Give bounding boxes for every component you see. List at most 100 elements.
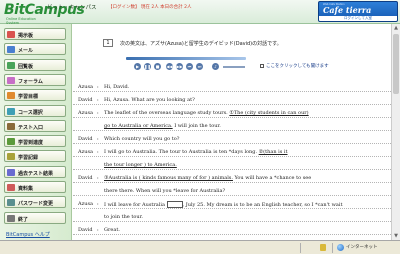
sidebar-item[interactable]: パスワード変更: [4, 196, 66, 209]
dialogue-text: Great.: [104, 227, 120, 233]
sidebar-item-label: コース選択: [18, 109, 43, 116]
cafe-tierra-banner[interactable]: Web Cafe Station Cafe tierra ログインして入室: [318, 1, 398, 22]
sidebar-item-label: 学習到達度: [18, 140, 44, 147]
speaker-name: Azusa: [78, 201, 94, 207]
speaker-name: David: [78, 97, 93, 103]
dialogue-text: I will leave for Australia , July 25. My…: [104, 201, 342, 208]
sidebar-item-icon: [7, 76, 15, 84]
sidebar-item-icon: [7, 184, 15, 191]
sidebar-item-icon: [7, 31, 15, 38]
sidebar-item[interactable]: 終了: [4, 211, 66, 224]
rewind-icon[interactable]: ◀◀: [166, 63, 173, 70]
dialogue-sentence: Great.: [104, 227, 120, 233]
security-zone-label: インターネット: [346, 245, 378, 250]
audio-progress-bar[interactable]: [126, 57, 246, 60]
dialogue-text: The leaflet of the overseas language stu…: [104, 110, 309, 116]
sidebar-item[interactable]: 掲示板: [4, 28, 66, 40]
pause-icon[interactable]: ❚❚: [144, 63, 151, 70]
question-instruction: 次の英文は、アズサ(Azusa)と留学生のデイビッド(David)の対話です。: [120, 41, 282, 47]
dialogue-text: I will go to Australia. The tour to Aust…: [104, 149, 288, 155]
speaker-name: Azusa: [78, 84, 94, 90]
speaker-name: David: [78, 227, 93, 233]
reorder-question[interactable]: ③Australia is ( kinds famous many of for…: [104, 175, 233, 181]
dialogue-line: David: Which country will you go to?: [73, 134, 391, 144]
listen-checkbox-label[interactable]: ここをクリックしても聞けます: [266, 63, 329, 69]
stop-icon[interactable]: ■: [154, 63, 161, 70]
dialogue-text: Hi, Azusa. What are you looking at?: [104, 97, 195, 103]
reorder-question[interactable]: go to Australia or America.: [104, 123, 173, 129]
dialogue-sentence: I will leave for Australia: [104, 202, 165, 208]
volume-icon[interactable]: ♪: [212, 63, 219, 70]
sidebar-item-label: パスワード変更: [18, 201, 54, 208]
cafe-enter-label: ログインして入室: [319, 16, 397, 21]
sidebar-item-label: 終了: [18, 216, 29, 223]
dialogue-text: the tour longer ) to America.: [104, 162, 177, 168]
scroll-up-icon[interactable]: ▲: [393, 25, 399, 31]
sidebar-item-icon: [7, 46, 15, 54]
sidebar-item[interactable]: メール: [4, 43, 66, 56]
sidebar-item-label: テスト入口: [18, 124, 44, 131]
sidebar-item[interactable]: テスト入口: [4, 119, 66, 132]
dialogue-text: go to Australia or America. I will join …: [104, 123, 221, 129]
dialogue-line: David: ③Australia is ( kinds famous many …: [73, 173, 391, 183]
dialogue-line: there there. When will you *leave for Au…: [73, 186, 391, 196]
listen-checkbox[interactable]: [260, 64, 264, 68]
sidebar-item-icon: [7, 214, 15, 222]
next-icon[interactable]: ⏭: [196, 63, 203, 70]
sidebar-item[interactable]: 学習目標: [4, 89, 66, 102]
question-number: 1: [103, 39, 113, 47]
sidebar-item-icon: [7, 92, 15, 100]
sidebar-item-icon: [7, 138, 15, 146]
dialogue-line: go to Australia or America. I will join …: [73, 121, 391, 131]
sidebar-item[interactable]: 過去テスト結果: [4, 165, 66, 178]
dialogue-sentence: I will go to Australia. The tour to Aust…: [104, 149, 258, 155]
dialogue-text: Which country will you go to?: [104, 136, 179, 142]
dialogue-line: Azusa: The leaflet of the overseas langua…: [73, 108, 391, 118]
sidebar-item[interactable]: 回覧板: [4, 58, 66, 71]
dialogue-sentence: The leaflet of the overseas language stu…: [104, 110, 228, 116]
sidebar-item-icon: [7, 153, 15, 161]
sidebar-item-label: 過去テスト結果: [18, 170, 54, 177]
sidebar-item-label: 学習目標: [18, 94, 39, 101]
dialogue-sentence: to join the tour.: [104, 214, 144, 220]
header-bar: BitCampus Online Education System ビット・キャ…: [0, 0, 400, 25]
bitcampus-logo[interactable]: BitCampus Online Education System: [2, 1, 85, 25]
dialogue-text: there there. When will you *leave for Au…: [104, 188, 225, 194]
vertical-scrollbar[interactable]: ▲ ▼: [391, 24, 400, 240]
speaker-colon: :: [97, 84, 99, 90]
dialogue-sentence: , July 25. My dream is to be an English …: [182, 202, 343, 208]
scroll-down-icon[interactable]: ▼: [393, 233, 399, 239]
dialogue-line: David: Hi, Azusa. What are you looking at…: [73, 95, 391, 105]
dialogue-line: Azusa: I will go to Australia. The tour t…: [73, 147, 391, 157]
scroll-thumb[interactable]: [393, 34, 399, 94]
status-separator: [332, 243, 333, 253]
volume-slider[interactable]: [223, 66, 245, 68]
sidebar-item-label: 学習記録: [18, 155, 39, 162]
previous-icon[interactable]: ⏮: [186, 63, 193, 70]
answer-blank-input[interactable]: [166, 201, 183, 208]
sidebar-item-label: 資料集: [18, 186, 34, 192]
play-icon[interactable]: ▶: [134, 63, 141, 70]
reorder-question[interactable]: ②(than is it: [259, 149, 288, 155]
speaker-colon: :: [97, 110, 99, 116]
sidebar-item[interactable]: フォーラム: [4, 73, 66, 86]
speaker-name: David: [78, 136, 93, 142]
dialogue-line: Azusa: Hi, David.: [73, 82, 391, 92]
speaker-colon: :: [97, 201, 99, 207]
sidebar-item-icon: [7, 199, 15, 207]
cafe-name: Cafe tierra: [323, 5, 372, 15]
help-link[interactable]: BitCampus ヘルプ: [6, 231, 50, 238]
sidebar-item-icon: [7, 122, 15, 130]
reorder-question[interactable]: ①The (city students in can our): [229, 110, 308, 116]
browser-status-bar: インターネット: [0, 240, 400, 254]
sidebar-item[interactable]: 資料集: [4, 181, 66, 193]
sidebar-item[interactable]: 学習到達度: [4, 135, 66, 148]
sidebar-item-label: フォーラム: [18, 78, 43, 85]
fast-forward-icon[interactable]: ▶▶: [176, 63, 183, 70]
sidebar-item[interactable]: 学習記録: [4, 150, 66, 163]
reorder-question[interactable]: the tour longer ) to America.: [104, 162, 177, 168]
internet-zone-icon: [337, 244, 344, 251]
sidebar-item[interactable]: コース選択: [4, 104, 66, 117]
dialogue-sentence: Which country will you go to?: [104, 136, 180, 142]
dialogue-line: the tour longer ) to America.: [73, 160, 391, 170]
